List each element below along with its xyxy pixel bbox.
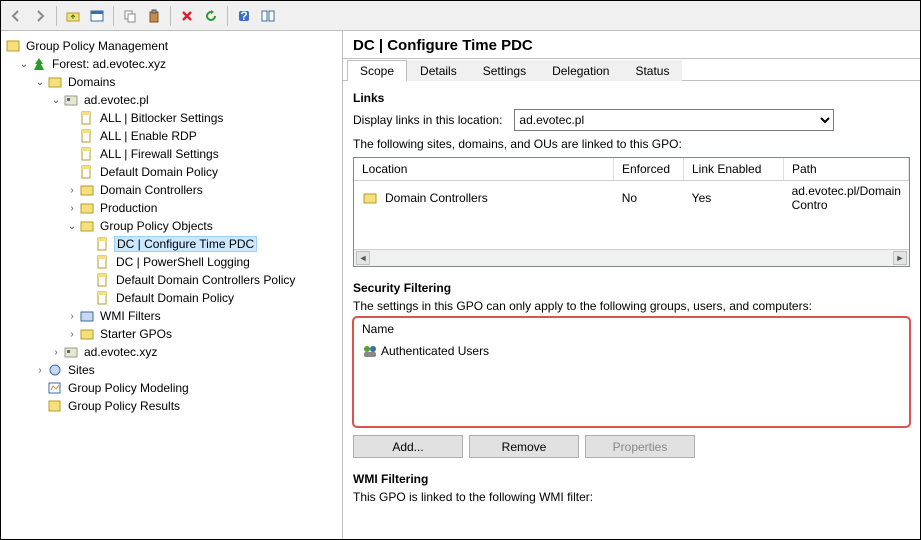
col-link-enabled[interactable]: Link Enabled — [684, 158, 784, 180]
tab-delegation[interactable]: Delegation — [539, 60, 622, 81]
wmi-caption: This GPO is linked to the following WMI … — [353, 490, 910, 504]
tree-item[interactable]: ALL | Enable RDP — [3, 127, 340, 145]
folder-up-icon[interactable] — [62, 5, 84, 27]
ou-icon — [362, 190, 378, 206]
tree-ou[interactable]: ›Domain Controllers — [3, 181, 340, 199]
security-col-name[interactable]: Name — [354, 318, 909, 341]
links-title: Links — [353, 91, 910, 105]
wmi-title: WMI Filtering — [353, 472, 910, 486]
links-display-label: Display links in this location: — [353, 113, 502, 127]
arrow-left-icon[interactable] — [5, 5, 27, 27]
links-row[interactable]: Domain Controllers No Yes ad.evotec.pl/D… — [354, 181, 909, 215]
properties-button[interactable]: Properties — [585, 435, 695, 458]
tree-results[interactable]: Group Policy Results — [3, 397, 340, 415]
remove-button[interactable]: Remove — [469, 435, 579, 458]
tree-root[interactable]: Group Policy Management — [3, 37, 340, 55]
col-location[interactable]: Location — [354, 158, 614, 180]
tab-scope[interactable]: Scope — [347, 60, 407, 81]
help-icon[interactable]: ? — [233, 5, 255, 27]
add-button[interactable]: Add... — [353, 435, 463, 458]
security-buttons: Add... Remove Properties — [353, 435, 910, 458]
app-window: ? Group Policy Management ⌄Forest: ad.ev… — [0, 0, 921, 540]
tree-gpo-item[interactable]: DC | PowerShell Logging — [3, 253, 340, 271]
group-icon — [362, 343, 378, 359]
tab-status[interactable]: Status — [622, 60, 682, 81]
col-path[interactable]: Path — [784, 158, 909, 180]
tree-domain2[interactable]: ›ad.evotec.xyz — [3, 343, 340, 361]
window-icon[interactable] — [86, 5, 108, 27]
horizontal-scrollbar[interactable]: ◄► — [354, 249, 909, 266]
tree-item[interactable]: ALL | Firewall Settings — [3, 145, 340, 163]
scroll-left-icon[interactable]: ◄ — [356, 251, 370, 265]
security-caption: The settings in this GPO can only apply … — [353, 299, 910, 313]
tree-starter[interactable]: ›Starter GPOs — [3, 325, 340, 343]
toolbar: ? — [1, 1, 920, 31]
tile-icon[interactable] — [257, 5, 279, 27]
refresh-icon[interactable] — [200, 5, 222, 27]
svg-text:?: ? — [240, 9, 247, 23]
details-pane: DC | Configure Time PDC Scope Details Se… — [343, 31, 920, 539]
links-caption: The following sites, domains, and OUs ar… — [353, 137, 910, 151]
tab-details[interactable]: Details — [407, 60, 470, 81]
tree-panel[interactable]: Group Policy Management ⌄Forest: ad.evot… — [1, 31, 343, 539]
copy-icon[interactable] — [119, 5, 141, 27]
tab-bar: Scope Details Settings Delegation Status — [343, 59, 920, 81]
tree-item[interactable]: Default Domain Policy — [3, 163, 340, 181]
tree-gpo-item[interactable]: Default Domain Controllers Policy — [3, 271, 340, 289]
tree-ou[interactable]: ›Production — [3, 199, 340, 217]
tree-item[interactable]: ALL | Bitlocker Settings — [3, 109, 340, 127]
security-list[interactable]: Name Authenticated Users — [353, 317, 910, 427]
security-title: Security Filtering — [353, 281, 910, 295]
links-grid[interactable]: Location Enforced Link Enabled Path Doma… — [353, 157, 910, 267]
tab-settings[interactable]: Settings — [470, 60, 539, 81]
tree-domains[interactable]: ⌄Domains — [3, 73, 340, 91]
col-enforced[interactable]: Enforced — [614, 158, 684, 180]
tree-forest[interactable]: ⌄Forest: ad.evotec.xyz — [3, 55, 340, 73]
links-location-combo[interactable]: ad.evotec.pl — [514, 109, 834, 131]
tree-gpo-item[interactable]: Default Domain Policy — [3, 289, 340, 307]
tree-domain[interactable]: ⌄ad.evotec.pl — [3, 91, 340, 109]
tree-gpo-item-selected[interactable]: DC | Configure Time PDC — [3, 235, 340, 253]
scroll-right-icon[interactable]: ► — [893, 251, 907, 265]
tree-gpo-folder[interactable]: ⌄Group Policy Objects — [3, 217, 340, 235]
security-row[interactable]: Authenticated Users — [354, 341, 909, 361]
delete-icon[interactable] — [176, 5, 198, 27]
arrow-right-icon[interactable] — [29, 5, 51, 27]
pane-header: DC | Configure Time PDC — [343, 31, 920, 59]
tree-modeling[interactable]: Group Policy Modeling — [3, 379, 340, 397]
tree-sites[interactable]: ›Sites — [3, 361, 340, 379]
tree-wmi[interactable]: ›WMI Filters — [3, 307, 340, 325]
paste-icon[interactable] — [143, 5, 165, 27]
